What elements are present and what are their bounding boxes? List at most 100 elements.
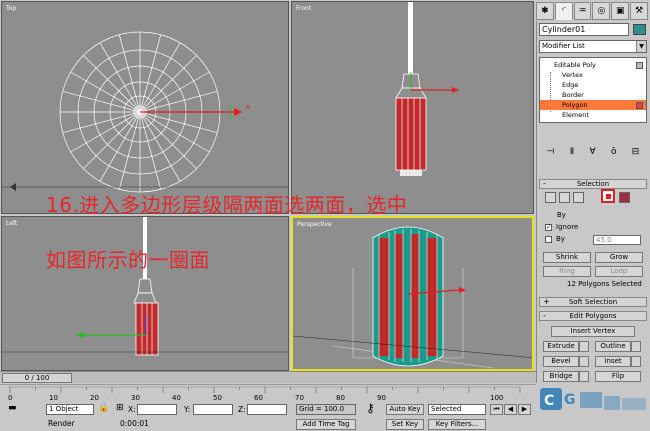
selection-status: 12 Polygons Selected [567,280,642,288]
border-mode-icon[interactable] [573,192,584,203]
inset-settings-button[interactable] [631,356,641,367]
tick-label: 50 [213,394,222,402]
time-slider-thumb[interactable]: 0 / 100 [2,373,72,383]
tutorial-caption-line1: 16.进入多边形层级隔两面选两面，选中 [46,193,408,217]
chevron-down-icon: ▼ [636,41,646,52]
polygon-mode-icon[interactable] [601,189,615,203]
extrude-button[interactable]: Extrude [543,341,579,352]
outline-settings-button[interactable] [631,341,641,352]
viewport-top[interactable]: Top x [1,1,289,214]
auto-key-button[interactable]: Auto Key [386,404,424,415]
edge-mode-icon[interactable] [559,192,570,203]
selected-dropdown[interactable]: Selected [428,404,486,415]
bridge-settings-button[interactable] [579,371,589,382]
modifier-list-dropdown[interactable]: Modifier List ▼ [539,40,647,53]
bevel-button[interactable]: Bevel [543,356,579,367]
motion-tab-icon[interactable]: ◎ [592,2,611,20]
stack-item-vertex[interactable]: Vertex [540,70,646,80]
stack-item-edge[interactable]: Edge [540,80,646,90]
prompt-bar: Render 0:00:01 Add Time Tag Set Key Key … [0,418,536,431]
create-tab-icon[interactable]: ✱ [536,2,554,20]
modifier-stack: Editable Poly Vertex Edge Border Polygon… [539,57,647,123]
key-filters-button[interactable]: Key Filters... [428,419,486,430]
outline-button[interactable]: Outline [595,341,631,352]
grow-button[interactable]: Grow [595,252,643,263]
angle-spinner[interactable]: 45.0 [593,235,641,245]
wireframe-edge [118,34,141,113]
hierarchy-tab-icon[interactable]: ♒ [573,2,592,20]
wireframe-edge [139,55,197,113]
show-end-result-icon[interactable]: Ⅱ [570,147,574,157]
wireframe-edge [62,111,141,134]
element-mode-icon[interactable] [619,192,630,203]
key-icon[interactable]: ⚷ [366,402,375,414]
soft-selection-rollout-header[interactable]: + Soft Selection [539,297,647,307]
tick-label: 0 [8,394,13,402]
modify-tab-icon[interactable]: ◜ [554,2,573,20]
insert-vertex-button[interactable]: Insert Vertex [551,326,635,337]
maxscript-icon[interactable]: ▬ [8,403,17,414]
pin-stack-icon[interactable]: ⊣ [547,147,555,157]
bevel-settings-button[interactable] [579,356,589,367]
display-tab-icon[interactable]: ▣ [611,2,630,20]
tick-label: 90 [377,394,386,402]
viewport-left[interactable]: Left [1,216,289,371]
utilities-tab-icon[interactable]: ⚒ [630,2,648,20]
wireframe-edge [139,34,162,113]
lock-icon[interactable]: 🔒 [98,403,109,414]
bridge-button[interactable]: Bridge [543,371,579,382]
track-bar-ticks [8,386,521,393]
configure-sets-icon[interactable]: ⊟ [632,147,640,157]
wireframe-edge [83,55,141,113]
command-panel-tabs: ✱ ◜ ♒ ◎ ▣ ⚒ [536,2,648,20]
x-coordinate-field[interactable] [137,404,177,415]
by-angle-checkbox[interactable] [545,236,552,243]
z-label: Z: [238,405,246,414]
flip-button[interactable]: Flip [595,371,641,382]
y-coordinate-field[interactable] [193,404,233,415]
stack-item-polygon[interactable]: Polygon [540,100,646,110]
selection-rollout-header[interactable]: - Selection [539,179,647,189]
object-name-field[interactable]: Cylinder01 [539,23,629,36]
command-panel: Cylinder01 Modifier List ▼ Editable Poly… [536,21,650,383]
stack-item-element[interactable]: Element [540,110,646,120]
tutorial-caption-line2: 如图所示的一圈面 [46,248,210,272]
inset-button[interactable]: Inset [595,356,631,367]
make-unique-icon[interactable]: ∀ [590,147,596,157]
wireframe-edge [139,111,197,169]
vertex-mode-icon[interactable] [545,192,556,203]
tick-label: 70 [295,394,304,402]
shrink-button[interactable]: Shrink [543,252,591,263]
ring-button[interactable]: Ring [543,266,591,277]
wireframe-edge [139,90,218,113]
loop-button[interactable]: Loop [595,266,643,277]
viewport-perspective[interactable]: Perspective [291,216,534,371]
viewport-front[interactable]: Front [291,1,534,214]
tick-label: 30 [131,394,140,402]
tick-label: 10 [49,394,58,402]
object-color-swatch[interactable] [633,24,646,35]
remove-modifier-icon[interactable]: ō [611,147,617,157]
perspective-view-model [293,226,532,369]
stack-item-border[interactable]: Border [540,90,646,100]
3dsmax-window: Top x Front Left Perspective 16.进入多边形层级隔… [0,0,650,431]
wireframe-edge [83,111,141,169]
previous-frame-icon[interactable]: ◀ [504,404,517,415]
stack-toolbar: ⊣ Ⅱ ∀ ō ⊟ [539,145,647,159]
track-bar[interactable]: 0 10 20 30 40 50 60 70 80 90 100 [0,384,536,402]
go-to-start-icon[interactable]: ⏮ [490,404,503,415]
play-icon[interactable]: ▶ [518,404,531,415]
time-slider-track[interactable]: 0 / 100 [0,371,536,383]
wireframe-edge [139,111,218,134]
wireframe-edge [118,111,141,190]
add-time-tag-button[interactable]: Add Time Tag [296,419,356,430]
z-coordinate-field[interactable] [247,404,287,415]
x-label: X: [128,405,136,414]
absolute-mode-icon[interactable]: ⊞ [116,403,124,414]
ignore-backfacing-checkbox[interactable]: ✓ [545,224,552,231]
edit-polygons-rollout-header[interactable]: - Edit Polygons [539,311,647,321]
set-key-button[interactable]: Set Key [386,419,424,430]
stack-item-editable-poly[interactable]: Editable Poly [540,60,646,70]
extrude-settings-button[interactable] [579,341,589,352]
tick-label: 40 [172,394,181,402]
